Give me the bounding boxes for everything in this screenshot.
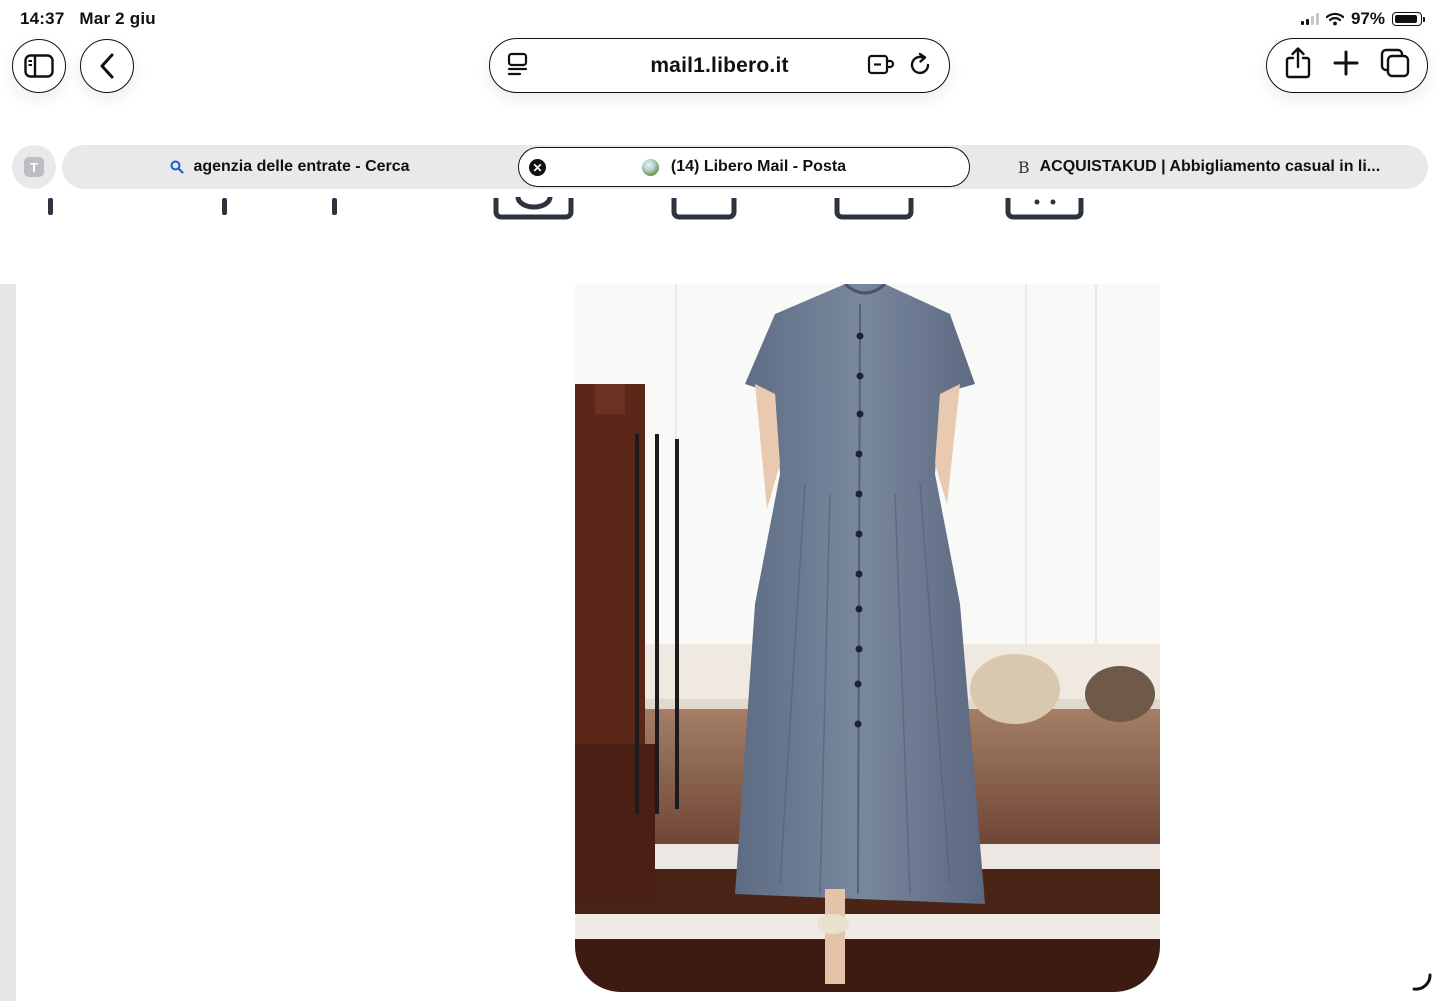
status-bar-right: 97% bbox=[1300, 9, 1425, 29]
back-button[interactable] bbox=[80, 39, 134, 93]
share-button[interactable] bbox=[1284, 46, 1312, 85]
share-icon bbox=[1285, 47, 1310, 79]
loading-indicator-icon bbox=[1412, 973, 1432, 991]
tab-group-label: T bbox=[24, 157, 44, 177]
address-bar-actions bbox=[867, 52, 933, 83]
tab-favicon-letter: B bbox=[1017, 157, 1030, 177]
page-nav-icons-partial bbox=[48, 196, 1084, 220]
battery-percent: 97% bbox=[1350, 9, 1385, 28]
chevron-left-icon bbox=[100, 53, 114, 79]
cellular-signal-icon bbox=[1300, 13, 1319, 25]
battery-icon bbox=[1392, 12, 1425, 26]
status-date: Mar 2 giu bbox=[79, 9, 156, 28]
page-menu-button[interactable] bbox=[506, 52, 530, 83]
reload-icon bbox=[910, 52, 930, 75]
new-tab-button[interactable] bbox=[1333, 50, 1359, 81]
tab-acquistakud[interactable]: B ACQUISTAKUD | Abbigliamento casual in … bbox=[970, 145, 1428, 189]
tab-title: ACQUISTAKUD | Abbigliamento casual in li… bbox=[1039, 158, 1381, 175]
url-text: mail1.libero.it bbox=[650, 53, 789, 77]
tabs-icon bbox=[1381, 48, 1410, 78]
tab-title: (14) Libero Mail - Posta bbox=[670, 158, 847, 175]
extension-icon bbox=[867, 54, 895, 75]
tabs-overview-button[interactable] bbox=[1380, 48, 1410, 83]
dress-photo-illustration bbox=[575, 284, 1160, 992]
sidebar-icon bbox=[24, 54, 54, 78]
reload-button[interactable] bbox=[909, 52, 933, 83]
close-tab-icon[interactable]: ✕ bbox=[529, 159, 546, 176]
page-left-edge bbox=[0, 284, 16, 1001]
toolbar-actions bbox=[1266, 38, 1428, 93]
plus-icon bbox=[1333, 50, 1359, 76]
sidebar-button[interactable] bbox=[12, 39, 66, 93]
globe-favicon-icon bbox=[641, 158, 659, 176]
tab-group-button[interactable]: T bbox=[12, 145, 56, 189]
search-icon bbox=[170, 160, 185, 174]
address-bar[interactable]: mail1.libero.it bbox=[489, 38, 950, 93]
status-time: 14:37 bbox=[20, 9, 65, 28]
status-bar-left: 14:37 Mar 2 giu bbox=[20, 9, 166, 29]
page-menu-icon bbox=[507, 52, 528, 76]
tab-agenzia-entrate[interactable]: agenzia delle entrate - Cerca bbox=[62, 145, 518, 189]
extension-button[interactable] bbox=[867, 52, 895, 83]
tab-title: agenzia delle entrate - Cerca bbox=[193, 158, 410, 175]
tab-libero-mail-active[interactable]: ✕ (14) Libero Mail - Posta bbox=[518, 147, 970, 187]
product-image-dress[interactable] bbox=[575, 284, 1160, 992]
wifi-icon bbox=[1325, 12, 1344, 26]
